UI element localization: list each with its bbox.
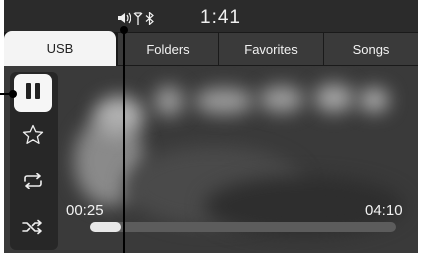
tab-folders[interactable]: Folders <box>118 33 219 65</box>
favorite-button[interactable] <box>16 122 50 152</box>
callout-dot-pause <box>9 90 17 98</box>
volume-icon <box>117 12 131 24</box>
clock: 1:41 <box>200 7 241 28</box>
total-time: 04:10 <box>365 202 403 219</box>
status-icons <box>117 10 154 26</box>
progress-fill <box>90 222 121 232</box>
pause-button[interactable] <box>14 74 52 112</box>
audio-screen: 1:41 USB Folders Favorites Songs 00:25 0… <box>4 0 418 253</box>
antenna-icon <box>133 11 143 25</box>
tab-favorites[interactable]: Favorites <box>219 33 324 65</box>
progress-bar[interactable] <box>90 222 396 232</box>
repeat-button[interactable] <box>16 168 50 198</box>
tab-usb[interactable]: USB <box>4 31 117 66</box>
tab-songs[interactable]: Songs <box>324 33 418 65</box>
pause-icon <box>25 82 41 105</box>
elapsed-time: 00:25 <box>66 202 104 219</box>
callout-dot-status <box>120 26 128 34</box>
shuffle-button[interactable] <box>16 214 50 244</box>
bluetooth-icon <box>145 11 154 25</box>
callout-line-status <box>123 30 125 253</box>
shuffle-icon <box>22 219 44 240</box>
repeat-icon <box>22 172 44 194</box>
star-icon <box>22 124 44 151</box>
